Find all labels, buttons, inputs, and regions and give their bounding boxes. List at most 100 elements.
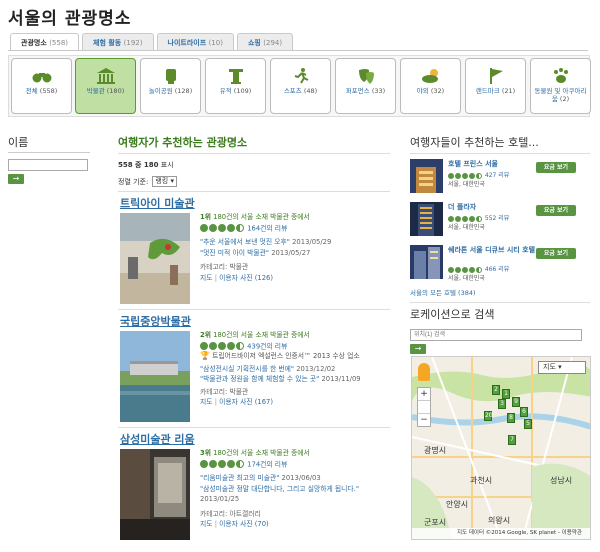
- hotel-name-link[interactable]: 호텔 프린스 서울: [448, 160, 538, 169]
- category-count: (180): [106, 87, 125, 95]
- all-hotels-link[interactable]: 서울의 모든 호텔 (384): [410, 287, 590, 303]
- review-count-link[interactable]: 174건의 리뷰: [247, 460, 287, 468]
- user-photos-link[interactable]: 이용자 사진 (70): [219, 520, 269, 528]
- category-sports[interactable]: 스포츠 (48): [270, 58, 331, 114]
- category-historic-sites[interactable]: 유적 (109): [205, 58, 266, 114]
- view-rates-button[interactable]: 요금 보기: [536, 162, 576, 173]
- zoom-in-button[interactable]: +: [418, 388, 430, 400]
- map-marker[interactable]: 1: [502, 389, 510, 399]
- review-snippet-link[interactable]: "리움미술관 최고의 미술관": [200, 474, 279, 482]
- category-zoos-aquariums[interactable]: 동물원 및 아쿠아리움 (2): [530, 58, 591, 114]
- attraction-photo[interactable]: [120, 331, 190, 422]
- map-zoom-control[interactable]: + −: [417, 387, 431, 427]
- list-item: 트릭아이 미술관 1위 180건의 서울 소재 박물관 중에서 164건의 리뷰…: [118, 192, 390, 310]
- zoom-out-button[interactable]: −: [418, 414, 430, 426]
- attraction-info: 2위 180건의 서울 소재 박물관 중에서 439건의 리뷰 🏆 트립어드바이…: [200, 330, 388, 408]
- cloud-sun-icon: [421, 67, 441, 85]
- hotel-name-link[interactable]: 쉐라톤 서울 디큐브 시티 호텔: [448, 246, 538, 255]
- view-rates-button[interactable]: 요금 보기: [536, 248, 576, 259]
- category-count: (33): [371, 87, 386, 95]
- museum-icon: [96, 67, 116, 85]
- map-marker[interactable]: 6: [520, 407, 528, 417]
- tab-activities[interactable]: 체험 활동 (192): [82, 33, 154, 51]
- map-marker[interactable]: 9: [512, 397, 520, 407]
- review-snippet-link[interactable]: "추운 서울에서 보낸 멋진 오후": [200, 238, 290, 246]
- review-count-link[interactable]: 439건의 리뷰: [247, 342, 287, 350]
- hotel-photo[interactable]: [410, 202, 443, 236]
- map-marker[interactable]: 20: [484, 411, 493, 421]
- hotel-review-count[interactable]: 552 리뷰: [485, 215, 509, 222]
- review-count-link[interactable]: 164건의 리뷰: [247, 224, 287, 232]
- category-count: (48): [303, 87, 318, 95]
- user-photos-link[interactable]: 이용자 사진 (167): [219, 398, 273, 406]
- location-search-input[interactable]: [410, 329, 582, 341]
- map-marker[interactable]: 3: [498, 399, 506, 409]
- map-marker[interactable]: 8: [507, 413, 515, 423]
- hotel-item: 호텔 프린스 서울 427 리뷰 서울, 대한민국 요금 보기: [410, 157, 590, 200]
- binoculars-icon: [32, 67, 52, 85]
- hotel-review-count[interactable]: 466 리뷰: [485, 266, 509, 273]
- tab-shopping[interactable]: 쇼핑 (294): [236, 33, 294, 51]
- view-rates-button[interactable]: 요금 보기: [536, 205, 576, 216]
- map-link[interactable]: 지도: [200, 398, 213, 406]
- review-date: 2013/12/02: [296, 364, 336, 373]
- map-marker[interactable]: 5: [524, 419, 532, 429]
- map-marker[interactable]: 7: [508, 435, 516, 445]
- review-snippet-link[interactable]: "멋진 미적 아이 박물관": [200, 249, 269, 257]
- category-amusement-parks[interactable]: 놀이공원 (128): [140, 58, 201, 114]
- attraction-category: 카테고리: 박물관: [200, 263, 249, 272]
- category-label: 박물관: [86, 87, 105, 95]
- name-filter-input[interactable]: [8, 159, 88, 171]
- name-filter-title: 이름: [8, 134, 90, 153]
- category-count: (109): [233, 87, 252, 95]
- street-view-pegman-icon[interactable]: [418, 363, 430, 381]
- attraction-photo[interactable]: [120, 213, 190, 304]
- map-type-select[interactable]: 지도 ▾: [538, 361, 586, 374]
- attraction-category: 카테고리: 아트갤러리: [200, 509, 261, 518]
- category-museums[interactable]: 박물관 (180): [75, 58, 136, 114]
- tab-attractions[interactable]: 관광명소 (558): [10, 33, 80, 51]
- category-performances[interactable]: 퍼포먼스 (33): [335, 58, 396, 114]
- results-count: 558 중 180 표시: [118, 160, 390, 170]
- attraction-rank-context: 180건의 서울 소재 박물관 중에서: [213, 449, 310, 457]
- map-attribution[interactable]: 지도 데이터 ©2014 Google, SK planet - 이용약관: [412, 528, 590, 539]
- attraction-name-link[interactable]: 트릭아이 미술관: [120, 195, 195, 211]
- map[interactable]: + − 지도 ▾ 2 1 3 9 20 8 7 6 5 광명시 과천시 안양시 …: [411, 356, 591, 540]
- map-city-label: 광명시: [424, 446, 447, 455]
- hotel-photo[interactable]: [410, 159, 443, 193]
- review-snippet-link[interactable]: "삼성미술관 정말 대단합니다, 그리고 실망하게 됩니다.": [200, 485, 359, 493]
- hotel-review-count[interactable]: 427 리뷰: [485, 172, 509, 179]
- tab-nightlife[interactable]: 나이트라이프 (10): [156, 33, 234, 51]
- category-landmarks[interactable]: 랜드마크 (21): [465, 58, 526, 114]
- attraction-name-link[interactable]: 국립중앙박물관: [120, 313, 191, 329]
- map-link[interactable]: 지도: [200, 520, 213, 528]
- attraction-photo[interactable]: [120, 449, 190, 540]
- category-count: (21): [501, 87, 516, 95]
- category-outdoors[interactable]: 야외 (32): [400, 58, 461, 114]
- map-city-label: 성남시: [550, 476, 573, 485]
- attraction-category: 카테고리: 박물관: [200, 387, 249, 396]
- user-photos-link[interactable]: 이용자 사진 (126): [219, 274, 273, 282]
- name-filter-go-button[interactable]: →: [8, 174, 24, 184]
- map-city-label: 군포시: [424, 518, 447, 527]
- map-link[interactable]: 지도: [200, 274, 213, 282]
- hotel-name-link[interactable]: 더 플라자: [448, 203, 538, 212]
- review-date: 2013/05/29: [292, 238, 332, 247]
- review-snippet-link[interactable]: "박물관과 정원을 함께 체험할 수 있는 곳": [200, 375, 319, 383]
- review-snippet-link[interactable]: "삼성전시실 기획전시를 한 번에": [200, 365, 294, 373]
- trophy-icon: 🏆: [200, 351, 210, 361]
- map-marker[interactable]: 2: [492, 385, 500, 395]
- review-date: 2013/06/03: [281, 474, 321, 483]
- category-all[interactable]: 전체 (558): [11, 58, 72, 114]
- category-label: 랜드마크: [475, 87, 500, 95]
- award-text: 트립어드바이저 엑설런스 인증서™ 2013 수상 업소: [212, 352, 360, 361]
- sort-row: 정렬 기준: 랭킹 ▾: [118, 176, 390, 192]
- hotel-photo[interactable]: [410, 245, 443, 279]
- location-search-go-button[interactable]: →: [410, 344, 426, 354]
- sort-select[interactable]: 랭킹 ▾: [152, 176, 177, 187]
- attraction-name-link[interactable]: 삼성미술관 리움: [120, 431, 195, 447]
- rating-bubbles: [448, 172, 483, 179]
- category-count: (128): [174, 87, 193, 95]
- review-date: 2013/05/27: [271, 248, 311, 257]
- tab-divider: [8, 50, 588, 51]
